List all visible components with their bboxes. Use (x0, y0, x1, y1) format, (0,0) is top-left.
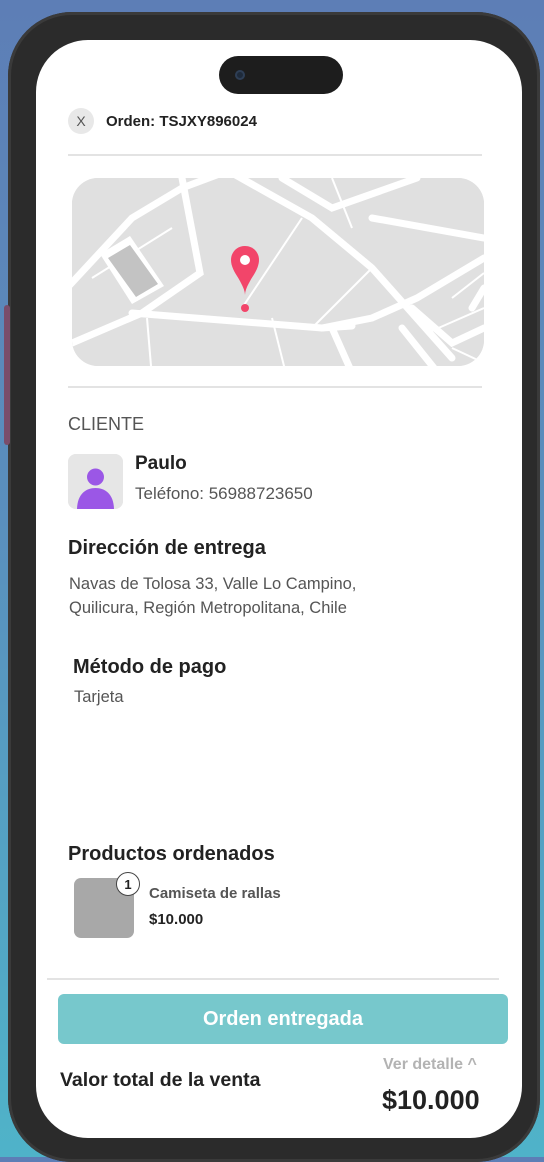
map-divider (68, 386, 482, 388)
delivery-heading: Dirección de entrega (68, 537, 266, 559)
phone-side-button (4, 305, 10, 445)
total-value: $10.000 (382, 1085, 480, 1115)
total-label: Valor total de la venta (60, 1069, 261, 1091)
order-title: Orden: TSJXY896024 (106, 112, 257, 130)
delivery-address: Navas de Tolosa 33, Valle Lo Campino, Qu… (69, 572, 356, 620)
products-heading: Productos ordenados (68, 843, 275, 865)
order-delivered-button[interactable]: Orden entregada (58, 994, 508, 1044)
camera-icon (235, 70, 245, 80)
client-name: Paulo (135, 453, 187, 474)
close-button[interactable]: X (68, 108, 94, 134)
payment-method: Tarjeta (74, 688, 124, 706)
client-avatar (68, 454, 123, 509)
view-detail-link[interactable]: Ver detalle ^ (383, 1056, 477, 1074)
map-graphic (72, 178, 484, 366)
order-header: X Orden: TSJXY896024 (68, 108, 257, 134)
payment-heading: Método de pago (73, 656, 227, 678)
client-phone: Teléfono: 56988723650 (135, 484, 313, 503)
user-avatar-icon (68, 454, 123, 509)
client-section-label: CLIENTE (68, 414, 145, 434)
header-divider (68, 154, 482, 156)
product-name: Camiseta de rallas (149, 885, 281, 902)
map-view[interactable] (72, 178, 484, 366)
close-icon: X (76, 113, 86, 129)
delivery-address-line-2: Quilicura, Región Metropolitana, Chile (69, 599, 347, 617)
product-price: $10.000 (149, 911, 204, 928)
product-quantity-badge: 1 (116, 872, 140, 896)
delivery-address-line-1: Navas de Tolosa 33, Valle Lo Campino, (69, 575, 357, 593)
dynamic-island (219, 56, 343, 94)
phone-screen: X Orden: TSJXY896024 CLIENTE Paulo Teléf… (36, 40, 522, 1138)
footer-divider (47, 978, 499, 980)
